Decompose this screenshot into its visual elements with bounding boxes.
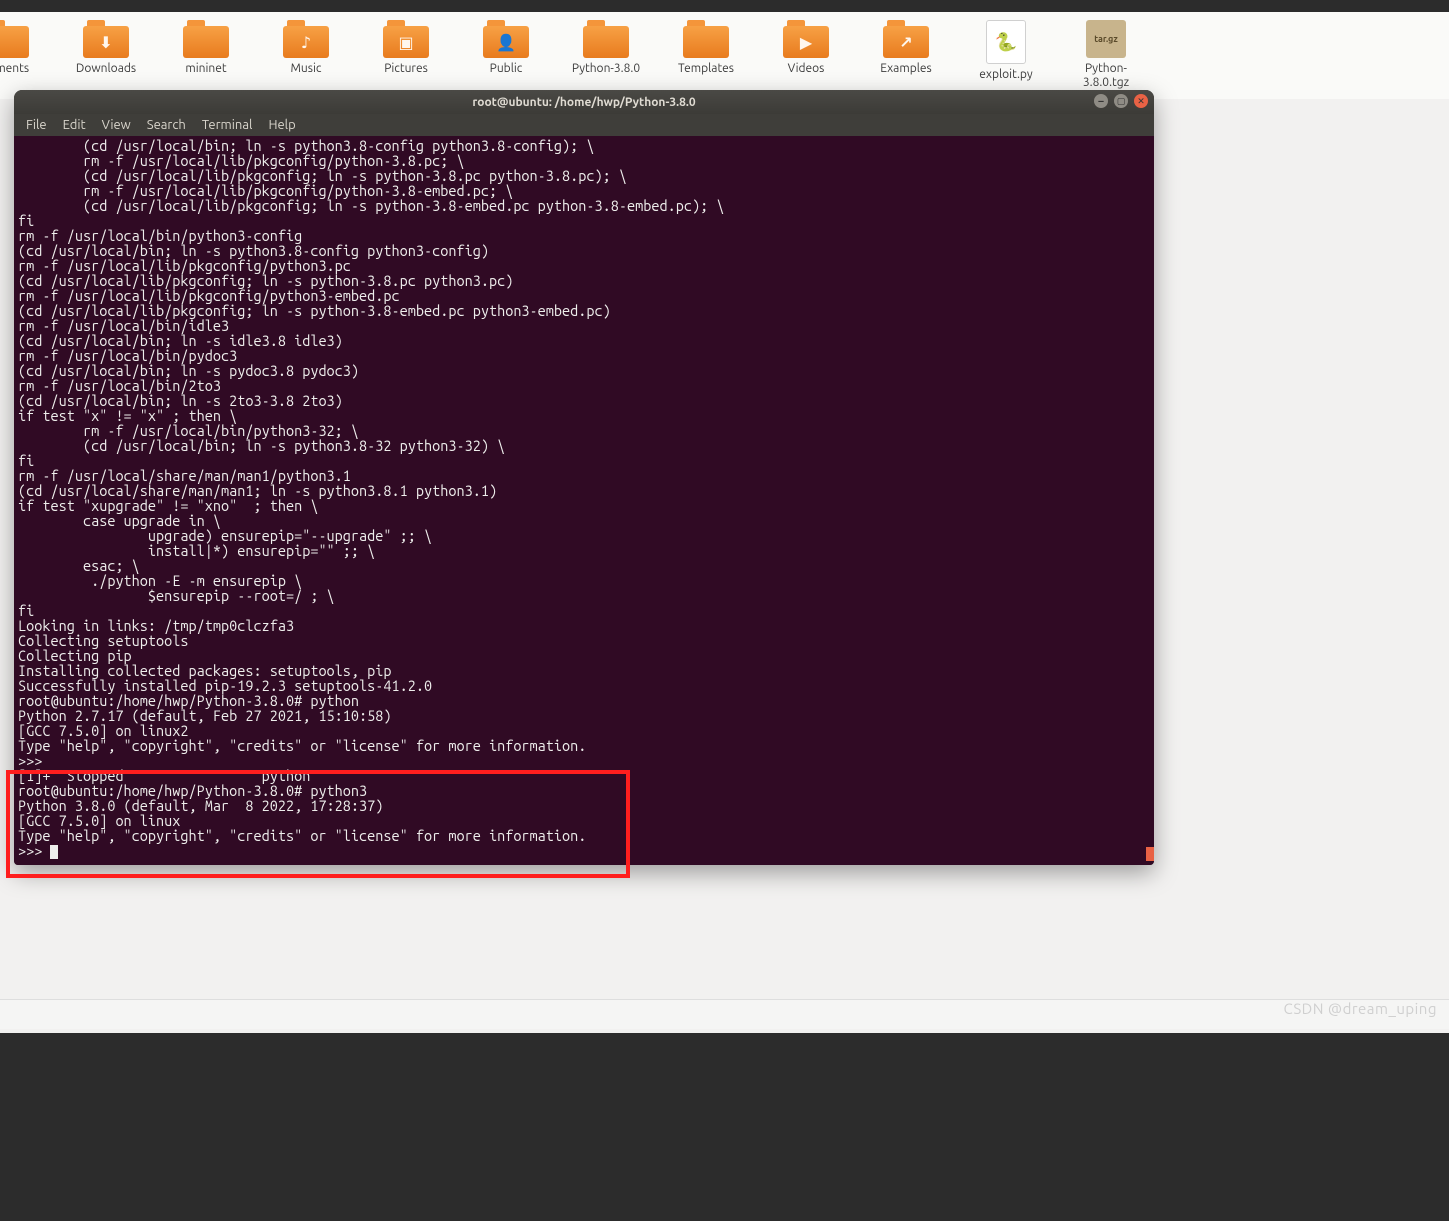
desktop-icon-pictures[interactable]: ▣ Pictures: [370, 20, 442, 76]
window-titlebar[interactable]: root@ubuntu: /home/hwp/Python-3.8.0 ‒ ▢ …: [14, 90, 1154, 114]
desktop-icon-label: mininet: [185, 62, 226, 76]
terminal-body[interactable]: (cd /usr/local/bin; ln -s python3.8-conf…: [14, 136, 1154, 865]
folder-icon: 👤: [483, 20, 529, 58]
maximize-button[interactable]: ▢: [1114, 94, 1128, 108]
desktop-icon-python-3-8-0[interactable]: Python-3.8.0: [570, 20, 642, 76]
window-title: root@ubuntu: /home/hwp/Python-3.8.0: [472, 96, 695, 109]
folder-icon: ⬇: [83, 20, 129, 58]
folder-icon: ♪: [283, 20, 329, 58]
menu-terminal[interactable]: Terminal: [196, 116, 259, 134]
desktop-icon-examples[interactable]: ↗ Examples: [870, 20, 942, 76]
desktop-icon-label: Downloads: [76, 62, 136, 76]
menu-view[interactable]: View: [96, 116, 137, 134]
python-file-icon: 🐍: [986, 20, 1026, 64]
desktop-icon-label: Python-3.8.0.tgz: [1070, 62, 1142, 91]
desktop-icon-label: cuments: [0, 62, 29, 76]
menu-help[interactable]: Help: [262, 116, 301, 134]
desktop-icon-downloads[interactable]: ⬇ Downloads: [70, 20, 142, 76]
folder-icon: [0, 20, 29, 58]
desktop-icon-label: Videos: [788, 62, 825, 76]
csdn-watermark: CSDN @dream_uping: [1283, 1000, 1437, 1017]
desktop-icon-label: Pictures: [384, 62, 428, 76]
folder-icon: [583, 20, 629, 58]
system-topbar: [0, 0, 1449, 12]
terminal-output: (cd /usr/local/bin; ln -s python3.8-conf…: [18, 137, 724, 859]
desktop-icon-label: Templates: [678, 62, 734, 76]
desktop-icon-label: exploit.py: [979, 68, 1032, 82]
desktop-icon-label: Python-3.8.0: [572, 62, 640, 76]
folder-icon: [183, 20, 229, 58]
folder-icon: ▶: [783, 20, 829, 58]
desktop-icon-cuments[interactable]: cuments: [0, 20, 42, 76]
desktop-icon-mininet[interactable]: mininet: [170, 20, 242, 76]
folder-icon: ▣: [383, 20, 429, 58]
menu-search[interactable]: Search: [141, 116, 192, 134]
desktop-icon-row: cuments ⬇ Downloads mininet ♪ Music ▣ Pictures 👤…: [0, 12, 1449, 99]
desktop-icon-label: Music: [291, 62, 322, 76]
desktop-icon-exploit-py[interactable]: 🐍 exploit.py: [970, 20, 1042, 82]
desktop-icon-public[interactable]: 👤 Public: [470, 20, 542, 76]
close-button[interactable]: ✕: [1134, 94, 1148, 108]
desktop-icon-videos[interactable]: ▶ Videos: [770, 20, 842, 76]
footer-dark-band: [0, 1033, 1449, 1221]
folder-icon: [683, 20, 729, 58]
desktop-icon-music[interactable]: ♪ Music: [270, 20, 342, 76]
archive-icon: tar.gz: [1086, 20, 1126, 58]
menu-edit[interactable]: Edit: [57, 116, 92, 134]
desktop-icon-label: Examples: [880, 62, 931, 76]
desktop-icon-templates[interactable]: Templates: [670, 20, 742, 76]
minimize-button[interactable]: ‒: [1094, 94, 1108, 108]
scrollbar-thumb[interactable]: [1146, 847, 1154, 861]
terminal-window: root@ubuntu: /home/hwp/Python-3.8.0 ‒ ▢ …: [14, 90, 1154, 865]
footer-light-band: [0, 999, 1449, 1029]
window-buttons: ‒ ▢ ✕: [1094, 94, 1148, 108]
desktop-icon-label: Public: [490, 62, 523, 76]
folder-icon: ↗: [883, 20, 929, 58]
terminal-cursor: [50, 845, 58, 859]
menu-file[interactable]: File: [20, 116, 53, 134]
desktop-icon-python-3-8-0-tgz[interactable]: tar.gz Python-3.8.0.tgz: [1070, 20, 1142, 91]
menubar: FileEditViewSearchTerminalHelp: [14, 114, 1154, 136]
